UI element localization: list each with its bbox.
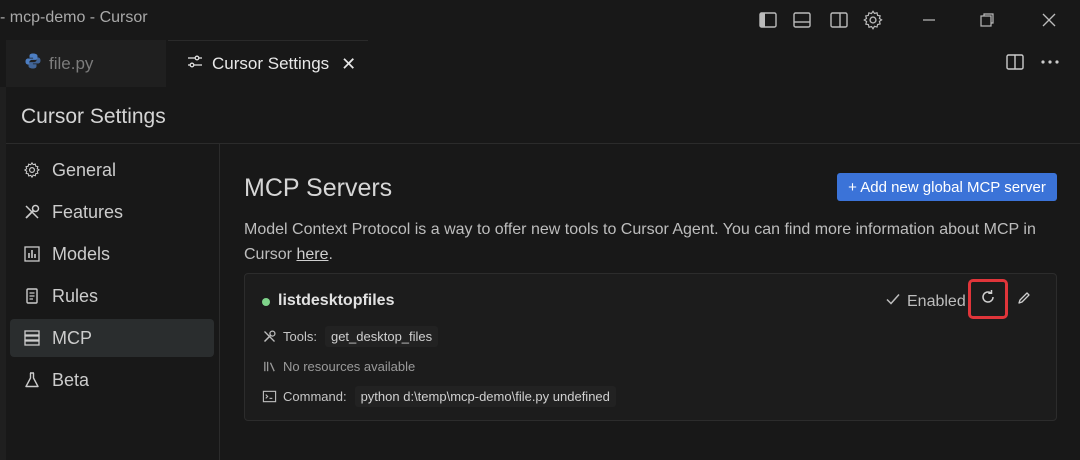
layout-sidebar-right-icon[interactable] — [828, 9, 850, 31]
enabled-toggle[interactable]: Enabled — [885, 291, 966, 312]
server-name: listdesktopfiles — [278, 292, 395, 309]
settings-panel: Cursor Settings General Features Models … — [6, 87, 1080, 460]
description-period: . — [328, 246, 333, 263]
page-title: Cursor Settings — [21, 105, 166, 128]
resources-text: No resources available — [283, 358, 416, 374]
edit-button[interactable] — [1013, 289, 1035, 311]
section-heading: MCP Servers — [244, 174, 393, 202]
resources-row: No resources available — [261, 358, 415, 374]
sidebar-item-features[interactable]: Features — [10, 193, 214, 231]
sidebar-item-label: Models — [52, 243, 111, 264]
split-editor-icon[interactable] — [1005, 52, 1025, 77]
sidebar-item-label: MCP — [52, 327, 92, 348]
tab-file-py[interactable]: file.py — [6, 40, 166, 87]
sidebar-item-rules[interactable]: Rules — [10, 277, 214, 315]
title-bar: - mcp-demo - Cursor — [0, 0, 1080, 40]
settings-header: Cursor Settings — [6, 87, 1080, 144]
settings-sidebar: General Features Models Rules MCP Beta — [6, 144, 220, 460]
library-icon — [261, 358, 277, 374]
mcp-server-card: listdesktopfiles Enabled Tools: get_desk… — [244, 273, 1057, 421]
document-icon — [22, 286, 42, 306]
close-icon[interactable] — [1038, 9, 1060, 31]
sidebar-item-label: Features — [52, 201, 124, 222]
tools-icon — [261, 329, 277, 345]
tab-cursor-settings[interactable]: Cursor Settings ✕ — [168, 40, 368, 87]
gear-icon — [22, 160, 42, 180]
check-icon — [885, 291, 901, 312]
settings-sliders-icon — [186, 53, 204, 76]
tab-settings-label: Cursor Settings — [212, 54, 330, 73]
refresh-button[interactable] — [968, 279, 1008, 319]
tab-bar: file.py Cursor Settings ✕ — [0, 40, 1080, 87]
minimize-icon[interactable] — [918, 9, 940, 31]
window-title: - mcp-demo - Cursor — [0, 9, 148, 26]
tools-label: Tools: — [283, 329, 317, 344]
restore-icon[interactable] — [976, 9, 998, 31]
mcp-info-link[interactable]: here — [296, 246, 328, 263]
more-actions-icon[interactable] — [1039, 52, 1061, 77]
command-label: Command: — [283, 389, 347, 404]
command-value: python d:\temp\mcp-demo\file.py undefine… — [354, 386, 616, 407]
sidebar-item-label: Rules — [52, 285, 99, 306]
layout-panel-icon[interactable] — [791, 9, 813, 31]
python-icon — [24, 52, 42, 75]
tab-close-icon[interactable]: ✕ — [341, 54, 356, 75]
sidebar-item-mcp[interactable]: MCP — [10, 319, 214, 357]
terminal-icon — [261, 389, 277, 405]
server-icon — [22, 328, 42, 348]
tool-name: get_desktop_files — [324, 326, 439, 347]
tab-file-label: file.py — [49, 53, 94, 73]
refresh-icon — [979, 288, 997, 311]
sidebar-item-models[interactable]: Models — [10, 235, 214, 273]
mcp-content: MCP Servers + Add new global MCP server … — [221, 144, 1080, 460]
tools-icon — [22, 202, 42, 222]
pencil-icon — [1016, 290, 1032, 311]
enabled-label: Enabled — [907, 292, 966, 310]
flask-icon — [22, 370, 42, 390]
status-dot — [262, 298, 270, 306]
command-row: Command: python d:\temp\mcp-demo\file.py… — [261, 386, 616, 407]
layout-sidebar-left-icon[interactable] — [757, 9, 779, 31]
bar-chart-icon — [22, 244, 42, 264]
sidebar-item-label: General — [52, 159, 117, 180]
sidebar-item-beta[interactable]: Beta — [10, 361, 214, 399]
description-text: Model Context Protocol is a way to offer… — [244, 221, 1036, 263]
add-mcp-server-button[interactable]: + Add new global MCP server — [837, 173, 1057, 201]
gear-icon[interactable] — [862, 9, 884, 31]
tools-row: Tools: get_desktop_files — [261, 326, 439, 347]
mcp-description: Model Context Protocol is a way to offer… — [244, 217, 1064, 267]
sidebar-item-general[interactable]: General — [10, 151, 214, 189]
sidebar-item-label: Beta — [52, 369, 90, 390]
